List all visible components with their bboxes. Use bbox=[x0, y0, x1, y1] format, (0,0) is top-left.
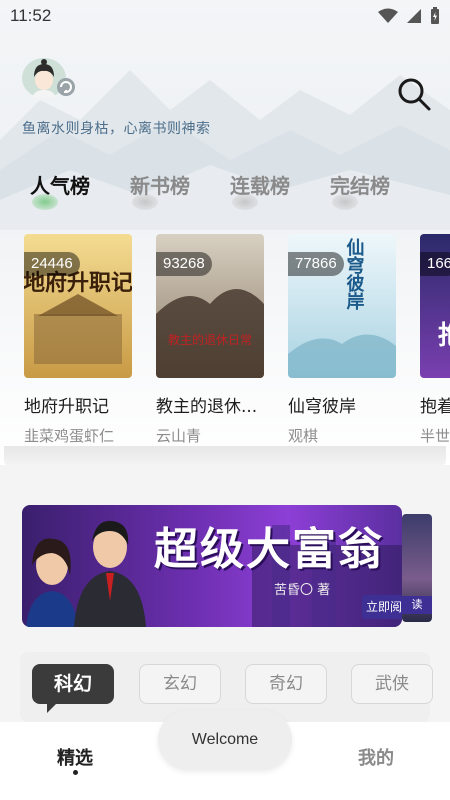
book-cover: 仙穹彼岸 77866 bbox=[288, 234, 396, 378]
tab-completed[interactable]: 完结榜 bbox=[330, 170, 430, 210]
book-card[interactable]: 地府升职记 24446 地府升职记 韭菜鸡蛋虾仁 bbox=[24, 234, 132, 444]
active-nav-indicator bbox=[73, 770, 78, 775]
banner-author: 苦昏〇 著 bbox=[274, 583, 331, 598]
welcome-toast: Welcome bbox=[158, 710, 292, 770]
next-banner-preview[interactable]: 读 bbox=[402, 514, 432, 622]
search-icon bbox=[398, 78, 431, 111]
nav-featured[interactable]: 精选 bbox=[35, 744, 115, 770]
genre-scifi[interactable]: 科幻 bbox=[32, 664, 114, 713]
book-cover: 教主的退休日常 93268 bbox=[156, 234, 264, 378]
cover-title: 教主的退休日常 bbox=[168, 332, 252, 347]
signal-icon bbox=[407, 9, 421, 23]
book-card[interactable]: 仙穹彼岸 77866 仙穹彼岸 观棋 bbox=[288, 234, 396, 444]
book-title: 地府升职记 bbox=[24, 397, 109, 417]
read-count-badge: 77866 bbox=[288, 252, 344, 276]
book-cover: 抱 166 bbox=[420, 234, 450, 378]
tab-label: 完结榜 bbox=[330, 174, 390, 198]
book-list: 地府升职记 24446 地府升职记 韭菜鸡蛋虾仁 教主的退休日常 93268 教… bbox=[0, 234, 450, 444]
slogan-text: 鱼离水则身枯，心离书则神索 bbox=[22, 121, 211, 137]
read-count-badge: 24446 bbox=[24, 252, 80, 276]
book-title: 教主的退休... bbox=[156, 397, 258, 417]
promo-banner[interactable]: 超级大富翁 苦昏〇 著 立即阅读 bbox=[22, 505, 402, 627]
cover-title: 抱 bbox=[438, 321, 450, 351]
book-cover: 地府升职记 24446 bbox=[24, 234, 132, 378]
tab-label: 新书榜 bbox=[130, 174, 190, 198]
avatar-icon bbox=[22, 58, 75, 98]
ranking-tabs: 人气榜 新书榜 连载榜 完结榜 bbox=[30, 170, 430, 210]
user-avatar[interactable] bbox=[20, 50, 78, 100]
book-author: 韭菜鸡蛋虾仁 bbox=[24, 427, 115, 444]
book-title: 仙穹彼岸 bbox=[288, 397, 356, 417]
status-bar: 11:52 bbox=[0, 0, 450, 32]
book-card[interactable]: 抱 166 抱着 半世 bbox=[420, 234, 450, 444]
status-time: 11:52 bbox=[10, 6, 52, 25]
banner-title: 超级大富翁 bbox=[154, 524, 384, 575]
wifi-icon bbox=[378, 8, 398, 23]
genre-wuxia[interactable]: 武侠 bbox=[351, 664, 433, 704]
system-icons bbox=[378, 7, 440, 25]
read-count-badge: 93268 bbox=[156, 252, 212, 276]
read-now-button[interactable]: 立即阅读 bbox=[362, 595, 402, 619]
genre-fantasy[interactable]: 奇幻 bbox=[245, 664, 327, 704]
search-button[interactable] bbox=[396, 76, 432, 112]
nav-mine[interactable]: 我的 bbox=[336, 744, 416, 770]
book-author: 云山青 bbox=[156, 427, 202, 444]
book-title: 抱着 bbox=[420, 397, 450, 417]
book-author: 观棋 bbox=[288, 427, 319, 444]
next-banner-read-button[interactable]: 读 bbox=[402, 596, 432, 614]
battery-icon bbox=[431, 7, 439, 24]
book-author: 半世 bbox=[420, 427, 450, 444]
tab-serial[interactable]: 连载榜 bbox=[230, 170, 330, 210]
tab-popular[interactable]: 人气榜 bbox=[30, 170, 130, 210]
genre-xuanhuan[interactable]: 玄幻 bbox=[139, 664, 221, 704]
card-bottom-edge bbox=[4, 446, 446, 466]
tab-label: 连载榜 bbox=[230, 174, 290, 198]
cover-title: 仙穹彼岸 bbox=[344, 237, 365, 311]
tab-new[interactable]: 新书榜 bbox=[130, 170, 230, 210]
read-count-badge: 166 bbox=[420, 252, 450, 276]
tab-label: 人气榜 bbox=[30, 174, 90, 198]
book-card[interactable]: 教主的退休日常 93268 教主的退休... 云山青 bbox=[156, 234, 264, 444]
